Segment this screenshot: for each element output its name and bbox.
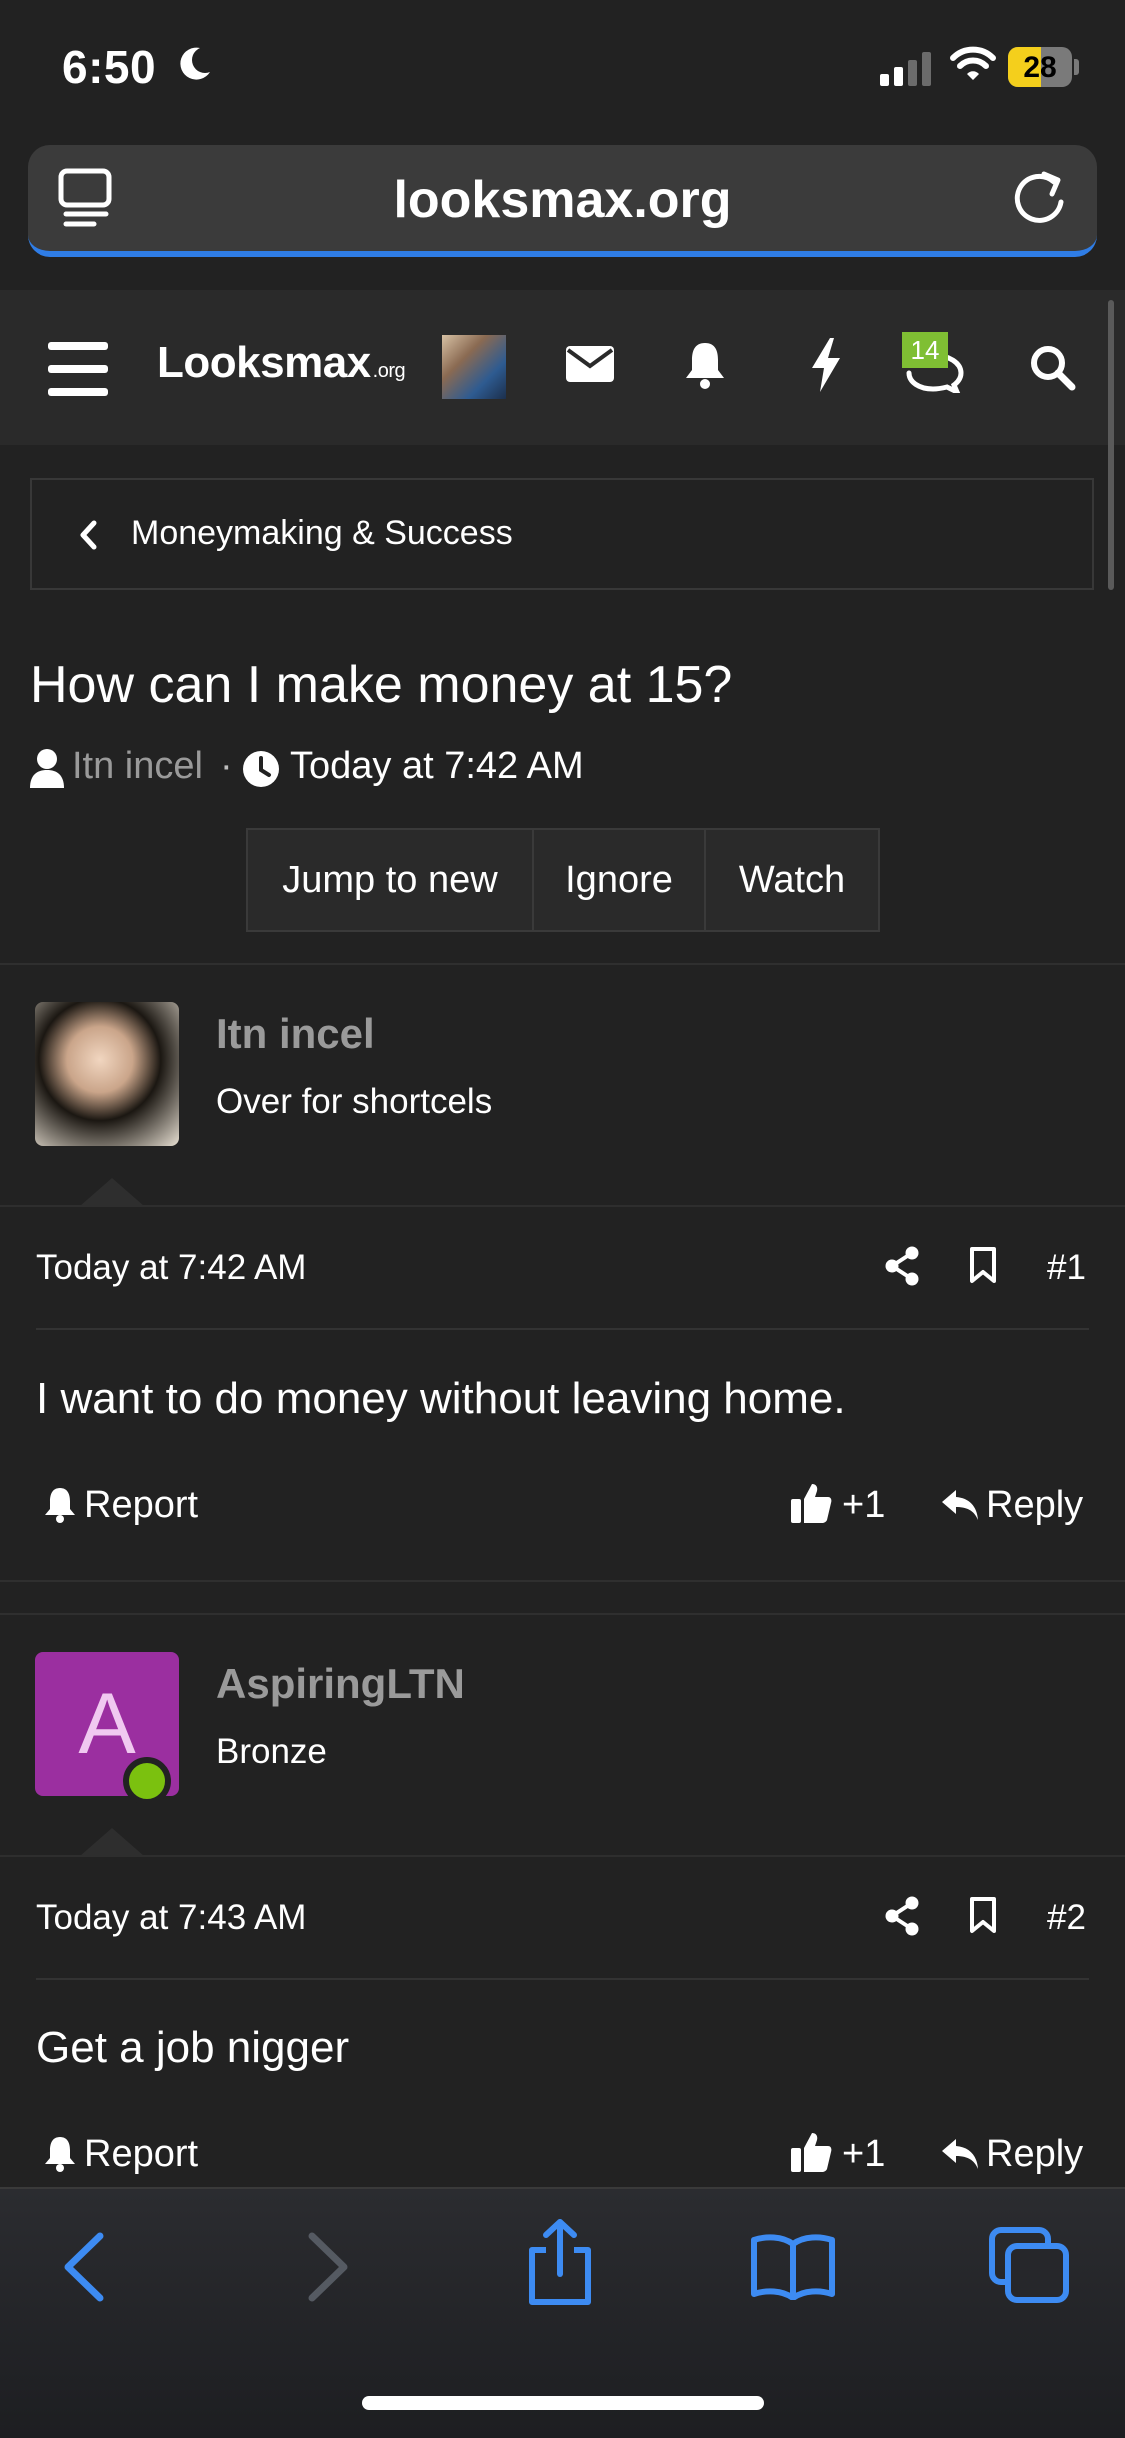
like-count[interactable]: +1 bbox=[842, 1484, 885, 1527]
thread-time[interactable]: Today at 7:42 AM bbox=[290, 745, 584, 788]
post-time[interactable]: Today at 7:42 AM bbox=[36, 1248, 306, 1288]
user-icon bbox=[29, 748, 65, 788]
back-icon[interactable] bbox=[62, 2232, 106, 2302]
mail-icon[interactable] bbox=[566, 346, 614, 382]
page-scrollbar[interactable] bbox=[1108, 300, 1114, 590]
divider bbox=[0, 1613, 1125, 1615]
post-username[interactable]: AspiringLTN bbox=[216, 1660, 465, 1708]
post-username[interactable]: Itn incel bbox=[216, 1010, 375, 1058]
search-icon[interactable] bbox=[1030, 345, 1076, 391]
post-user-title: Over for shortcels bbox=[216, 1082, 493, 1121]
signal-icon bbox=[880, 52, 934, 86]
clock-icon bbox=[242, 750, 280, 788]
home-indicator bbox=[362, 2396, 764, 2410]
share-icon[interactable] bbox=[884, 1246, 920, 1286]
bookmark-icon[interactable] bbox=[969, 1896, 997, 1934]
thumbs-up-icon[interactable] bbox=[790, 2131, 832, 2173]
jump-to-new-button[interactable]: Jump to new bbox=[246, 828, 534, 932]
reply-icon[interactable] bbox=[940, 2137, 980, 2171]
reply-icon[interactable] bbox=[940, 1488, 980, 1522]
reply-button[interactable]: Reply bbox=[986, 2133, 1083, 2176]
divider bbox=[36, 1328, 1089, 1330]
watch-button[interactable]: Watch bbox=[706, 828, 880, 932]
meta-separator: · bbox=[220, 745, 233, 787]
url-text[interactable]: looksmax.org bbox=[0, 170, 1125, 230]
status-time: 6:50 bbox=[62, 41, 157, 93]
logo-suffix: .org bbox=[372, 360, 406, 382]
user-avatar[interactable] bbox=[442, 335, 506, 399]
logo-main: Looksmax bbox=[157, 338, 371, 387]
site-logo[interactable]: Looksmax .org bbox=[157, 338, 406, 388]
reply-button[interactable]: Reply bbox=[986, 1484, 1083, 1527]
thread-author[interactable]: Itn incel bbox=[72, 745, 203, 788]
thread-title: How can I make money at 15? bbox=[30, 656, 733, 714]
divider bbox=[36, 1978, 1089, 1980]
share-icon[interactable] bbox=[884, 1896, 920, 1936]
post-number[interactable]: #2 bbox=[1047, 1898, 1086, 1938]
share-icon[interactable] bbox=[526, 2218, 594, 2306]
bolt-icon[interactable] bbox=[810, 338, 842, 392]
online-indicator bbox=[123, 1757, 171, 1805]
post-body: I want to do money without leaving home. bbox=[36, 1374, 846, 1423]
bell-icon[interactable] bbox=[44, 2135, 76, 2173]
forward-icon[interactable] bbox=[306, 2232, 350, 2302]
report-link[interactable]: Report bbox=[84, 2133, 198, 2176]
ignore-button[interactable]: Ignore bbox=[534, 828, 706, 932]
post-arrow bbox=[80, 1828, 144, 1856]
chevron-left-icon bbox=[78, 520, 98, 550]
conversations-badge[interactable]: 14 bbox=[902, 332, 948, 368]
post-avatar[interactable] bbox=[35, 1002, 179, 1146]
battery-tip bbox=[1074, 59, 1079, 75]
divider bbox=[0, 1205, 1125, 1207]
thumbs-up-icon[interactable] bbox=[790, 1482, 832, 1524]
divider bbox=[0, 963, 1125, 965]
divider bbox=[0, 1855, 1125, 1857]
battery-icon: 28 bbox=[1008, 47, 1072, 87]
breadcrumb-label[interactable]: Moneymaking & Success bbox=[131, 514, 513, 553]
tabs-icon[interactable] bbox=[988, 2226, 1070, 2304]
divider bbox=[0, 1580, 1125, 1582]
report-link[interactable]: Report bbox=[84, 1484, 198, 1527]
battery-level: 28 bbox=[1023, 51, 1057, 84]
bookmark-icon[interactable] bbox=[969, 1246, 997, 1284]
hamburger-menu-icon[interactable] bbox=[48, 342, 108, 396]
post-arrow bbox=[80, 1178, 144, 1206]
moon-icon bbox=[178, 46, 212, 82]
wifi-icon bbox=[950, 46, 996, 82]
reload-icon[interactable] bbox=[1010, 168, 1068, 228]
post-user-title: Bronze bbox=[216, 1732, 327, 1771]
post-number[interactable]: #1 bbox=[1047, 1248, 1086, 1288]
like-count[interactable]: +1 bbox=[842, 2133, 885, 2176]
bell-icon[interactable] bbox=[684, 340, 726, 390]
bookmarks-icon[interactable] bbox=[750, 2232, 836, 2300]
post-time[interactable]: Today at 7:43 AM bbox=[36, 1898, 306, 1938]
thread-actions: Jump to new Ignore Watch bbox=[246, 828, 880, 932]
bell-icon[interactable] bbox=[44, 1486, 76, 1524]
post-body: Get a job nigger bbox=[36, 2023, 350, 2072]
